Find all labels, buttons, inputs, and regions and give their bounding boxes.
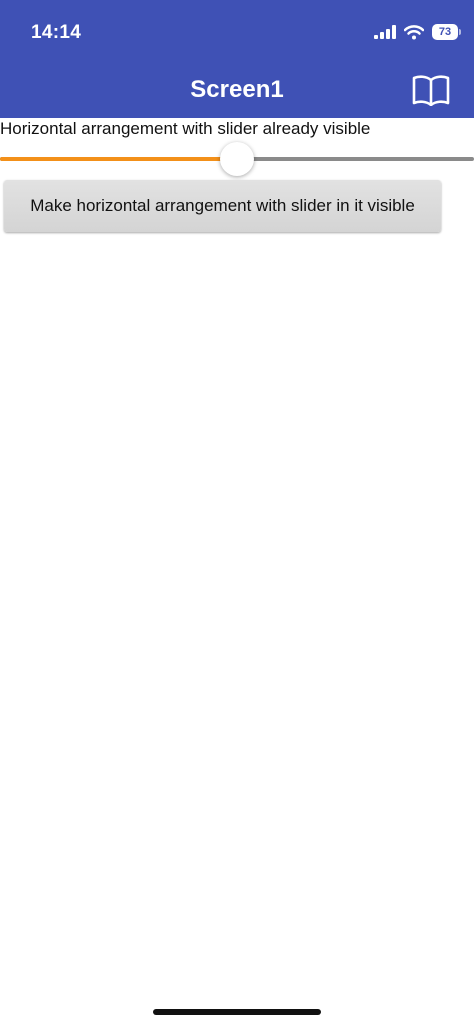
status-time: 14:14 bbox=[31, 22, 82, 43]
status-icons: 73 bbox=[374, 24, 462, 40]
arrangement-slider[interactable] bbox=[0, 142, 474, 176]
app-header: 14:14 73 Screen1 bbox=[0, 0, 474, 118]
arrangement-label: Horizontal arrangement with slider alrea… bbox=[0, 119, 371, 138]
battery-icon: 73 bbox=[432, 24, 462, 40]
battery-level: 73 bbox=[432, 24, 458, 40]
signal-icon bbox=[374, 25, 396, 39]
slider-thumb[interactable] bbox=[220, 142, 254, 176]
screen-title: Screen1 bbox=[190, 76, 284, 103]
slider-fill bbox=[0, 157, 237, 161]
make-visible-button[interactable]: Make horizontal arrangement with slider … bbox=[4, 180, 441, 232]
book-icon[interactable] bbox=[412, 74, 450, 106]
home-indicator[interactable] bbox=[153, 1009, 321, 1015]
wifi-icon bbox=[404, 24, 424, 39]
